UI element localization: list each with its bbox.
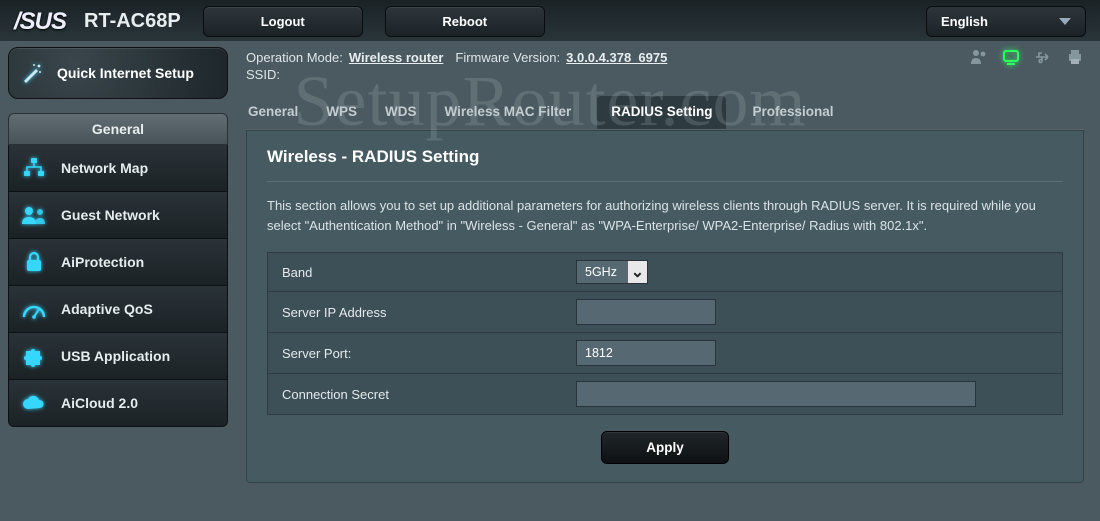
sidebar-item-aiprotection[interactable]: AiProtection: [8, 239, 228, 286]
logout-button[interactable]: Logout: [203, 6, 363, 37]
network-map-icon: [21, 157, 47, 179]
connection-secret-label: Connection Secret: [268, 376, 566, 413]
server-ip-input[interactable]: [576, 299, 716, 325]
ssid-label: SSID:: [246, 67, 280, 82]
connection-secret-input[interactable]: [576, 381, 976, 407]
tab-wps[interactable]: WPS: [324, 96, 359, 129]
model-name: RT-AC68P: [84, 10, 181, 33]
band-label: Band: [268, 254, 566, 291]
page-description: This section allows you to set up additi…: [267, 196, 1063, 236]
qis-label: Quick Internet Setup: [57, 65, 194, 81]
sidebar-item-usb-application[interactable]: USB Application: [8, 333, 228, 380]
op-mode-label: Operation Mode:: [246, 50, 343, 65]
server-port-input[interactable]: [576, 340, 716, 366]
apply-button[interactable]: Apply: [601, 431, 729, 464]
clients-icon[interactable]: [970, 49, 988, 65]
tab-general[interactable]: General: [246, 96, 300, 129]
sidebar-item-aicloud[interactable]: AiCloud 2.0: [8, 380, 228, 427]
sidebar-item-label: AiProtection: [61, 254, 144, 270]
brand-logo: /SUS: [14, 8, 66, 36]
fw-label: Firmware Version:: [455, 50, 560, 65]
server-port-label: Server Port:: [268, 335, 566, 372]
tab-radius-setting[interactable]: RADIUS Setting: [597, 96, 726, 129]
sidebar-item-label: Network Map: [61, 160, 148, 176]
page-title: Wireless - RADIUS Setting: [267, 147, 1063, 182]
chevron-down-icon: [1059, 18, 1071, 25]
sidebar-item-label: USB Application: [61, 348, 170, 364]
lock-icon: [21, 251, 47, 273]
language-select[interactable]: English: [926, 6, 1086, 37]
language-label: English: [941, 14, 988, 29]
server-ip-label: Server IP Address: [268, 294, 566, 331]
printer-status-icon[interactable]: [1066, 49, 1084, 65]
chevron-down-icon: ⌄: [627, 261, 647, 283]
sidebar-item-adaptive-qos[interactable]: Adaptive QoS: [8, 286, 228, 333]
sidebar-item-label: Adaptive QoS: [61, 301, 153, 317]
wand-icon: [19, 60, 45, 86]
tab-wds[interactable]: WDS: [383, 96, 419, 129]
tab-professional[interactable]: Professional: [750, 96, 835, 129]
usb-status-icon[interactable]: [1034, 49, 1052, 65]
band-value: 5GHz: [577, 261, 627, 283]
quick-internet-setup[interactable]: Quick Internet Setup: [8, 47, 228, 99]
wireless-tabs: General WPS WDS Wireless MAC Filter RADI…: [246, 96, 1084, 130]
tab-mac-filter[interactable]: Wireless MAC Filter: [443, 96, 574, 129]
op-mode-link[interactable]: Wireless router: [349, 50, 444, 65]
sidebar-item-network-map[interactable]: Network Map: [8, 145, 228, 192]
band-select[interactable]: 5GHz ⌄: [576, 260, 648, 284]
guest-network-icon: [21, 204, 47, 226]
gauge-icon: [21, 298, 47, 320]
network-status-icon[interactable]: [1002, 49, 1020, 65]
reboot-button[interactable]: Reboot: [385, 6, 545, 37]
sidebar-section-general: General: [8, 113, 228, 145]
sidebar-item-label: Guest Network: [61, 207, 160, 223]
puzzle-icon: [21, 345, 47, 367]
sidebar-item-label: AiCloud 2.0: [61, 395, 138, 411]
sidebar-item-guest-network[interactable]: Guest Network: [8, 192, 228, 239]
cloud-icon: [21, 392, 47, 414]
fw-link[interactable]: 3.0.0.4.378_6975: [566, 50, 667, 65]
